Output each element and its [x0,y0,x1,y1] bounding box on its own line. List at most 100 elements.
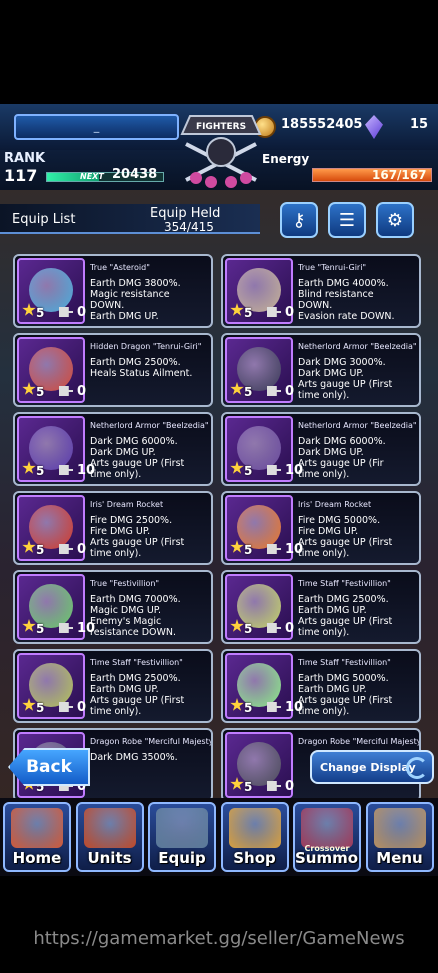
equipment-thumbnail: 50 [17,337,87,403]
rarity-stars: 5 [230,303,252,320]
enhance-level: 0 [77,384,87,399]
rarity-value: 5 [36,543,45,557]
hammer-icon [59,386,73,396]
rarity-value: 5 [244,701,253,715]
nav-menu[interactable]: Menu [365,802,434,872]
screen: _ 185552405 15 RANK 117 NEXT 20438 Energ… [0,0,438,973]
equipment-thumbnail: 50 [225,732,295,798]
star-icon [230,698,244,711]
enhance-level: 0 [285,779,295,794]
equipment-card[interactable]: 5 0 True "Tenrui-Giri" Earth DMG 4000%. Bli… [221,254,421,328]
star-icon [230,461,244,474]
rarity-value: 5 [36,701,45,715]
back-button[interactable]: Back [8,748,90,786]
rarity-value: 5 [244,306,253,320]
rarity-value: 5 [36,306,45,320]
rarity-value: 5 [244,622,253,636]
star-icon [22,619,36,632]
equipment-thumbnail: 50 [17,258,87,324]
equipment-description: Earth DMG 2500%. Earth DMG UP. Arts gaug… [298,594,393,638]
rarity-stars: 5 [230,461,252,478]
equipment-description: Earth DMG 2500%. Earth DMG UP. Arts gaug… [90,673,185,717]
hammer-icon [59,623,73,633]
equipment-name: Dragon Robe "Merciful Majesty" [298,737,421,746]
player-name-box[interactable]: _ [14,114,179,140]
equipment-card[interactable]: 5 0 Time Staff "Festivillion" Earth DMG 250… [221,570,421,644]
nav-home-icon [11,808,63,848]
equipment-name: Hidden Dragon "Tenrui-Giri" [90,342,202,351]
enhance-level: 0 [77,305,87,320]
equipment-description: Earth DMG 4000%. Blind resistance DOWN. … [298,278,395,322]
star-icon [22,303,36,316]
rarity-value: 5 [36,385,45,399]
equipment-card[interactable]: 5 10 Iris' Dream Rocket Fire DMG 5000%. Fir… [221,491,421,565]
rarity-stars: 5 [22,303,44,320]
change-display-button[interactable]: Change Display [310,750,434,784]
equipment-card[interactable]: 5 10 True "Festivillion" Earth DMG 7000%. M… [13,570,213,644]
enhance-level: 0 [285,305,295,320]
equipment-card[interactable]: 5 0 True "Asteroid" Earth DMG 3800%. Magic … [13,254,213,328]
rarity-value: 5 [36,464,45,478]
refresh-icon [406,757,428,779]
equipment-card[interactable]: 5 0 Hidden Dragon "Tenrui-Giri" Earth DMG 2… [13,333,213,407]
rarity-value: 5 [36,622,45,636]
nav-summon[interactable]: CrossoverSummon [293,802,361,872]
settings-button[interactable]: ⚙ [376,202,414,238]
equipment-card[interactable]: 5 0 Iris' Dream Rocket Fire DMG 2500%. Fire… [13,491,213,565]
equip-list-title: Equip List [12,212,76,227]
hammer-icon [267,465,281,475]
nav-shop-icon [228,808,281,848]
next-label: NEXT [80,172,104,181]
gold-amount: 185552405 [281,117,363,132]
back-label: Back [26,757,72,777]
star-icon [230,382,244,395]
sort-button[interactable]: ☰ [328,202,366,238]
equipment-name: True "Festivillion" [90,579,160,588]
tag-filter-button[interactable]: ⚷ [280,202,318,238]
equipment-name: Netherlord Armor "Beelzedia" [90,421,209,430]
hammer-icon [59,307,73,317]
equipment-card[interactable]: 5 0 Time Staff "Festivillion" Earth DMG 250… [13,649,213,723]
star-icon [22,698,36,711]
equipment-thumbnail: 5 10 [225,416,303,482]
star-icon [230,619,244,632]
rarity-stars: 5 [22,540,44,557]
equipment-thumbnail: 50 [225,574,295,640]
crystal-icon [365,115,383,139]
equipment-description: Fire DMG 5000%. Fire DMG UP. Arts gauge … [298,515,393,559]
equipment-name: True "Asteroid" [90,263,150,272]
equipment-card[interactable]: 5 0 Netherlord Armor "Beelzedia" Dark DMG 3… [221,333,421,407]
equipment-card[interactable]: 5 10 Netherlord Armor "Beelzedia" Dark DMG … [221,412,421,486]
equipment-card[interactable]: 5 10 Netherlord Armor "Beelzedia" Dark DMG … [13,412,213,486]
equipment-thumbnail: 5 10 [225,495,303,561]
enhance-level: 0 [77,542,87,557]
nav-equip[interactable]: Equip [148,802,216,872]
equipment-description: Earth DMG 2500%. Heals Status Ailment. [90,357,193,379]
nav-label: Equip [158,849,206,867]
equipment-name: True "Tenrui-Giri" [298,263,367,272]
rarity-stars: 5 [22,619,44,636]
settings-gear-icon: ⚙ [386,209,404,231]
equipment-thumbnail: 50 [225,337,294,403]
star-icon [22,382,36,395]
nav-shop[interactable]: Shop [220,802,289,872]
equipment-thumbnail: 5 10 [17,574,95,640]
nav-label: Home [12,849,62,867]
equipment-description: Dark DMG 3000%. Dark DMG UP. Arts gauge … [298,357,393,401]
equipment-thumbnail: 5 10 [17,416,95,482]
rarity-value: 5 [244,543,253,557]
equipment-thumbnail: 50 [17,653,86,719]
rarity-stars: 5 [230,619,252,636]
crystal-amount: 15 [410,117,429,132]
player-name: _ [93,120,100,133]
hammer-icon [59,544,73,554]
nav-units[interactable]: Units [75,802,144,872]
equipment-description: Earth DMG 5000%. Earth DMG UP. Arts gaug… [298,673,393,717]
rarity-stars: 5 [22,382,44,399]
equipment-card[interactable]: 5 10 Time Staff "Festivillion" Earth DMG 50… [221,649,421,723]
nav-home[interactable]: Home [3,802,71,872]
rarity-value: 5 [244,780,253,794]
equipment-name: Time Staff "Festivillion" [298,658,391,667]
enhance-level: 0 [285,621,295,636]
fighters-emblem-logo: FIGHTERS [180,115,262,188]
